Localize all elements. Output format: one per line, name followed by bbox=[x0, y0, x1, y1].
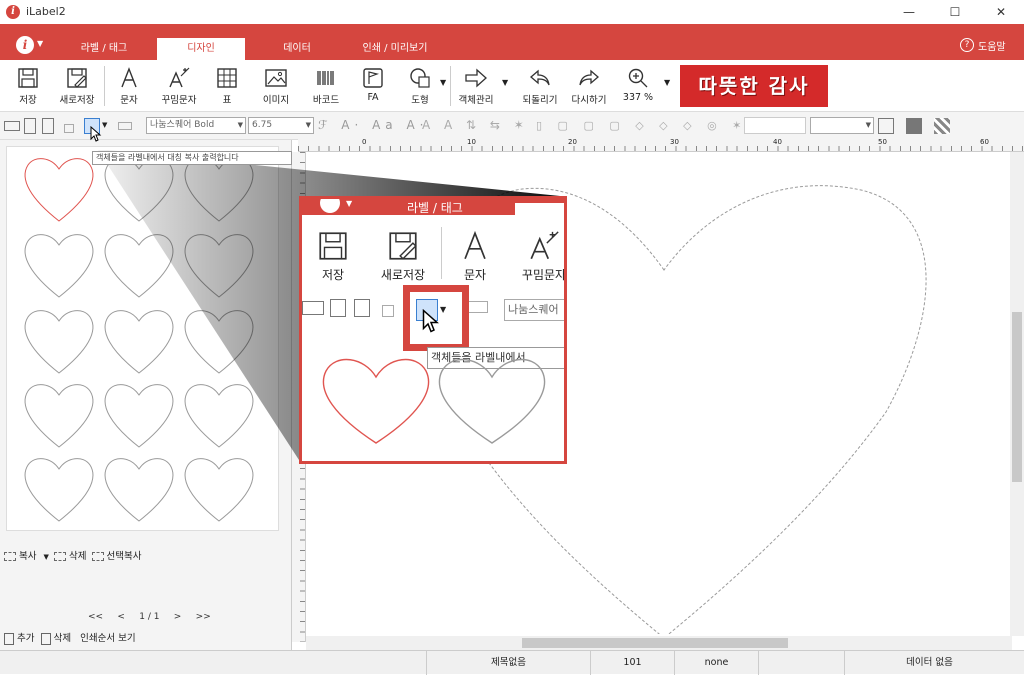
status-mode: none bbox=[674, 651, 758, 675]
status-data: 데이터 없음 bbox=[844, 651, 1014, 675]
save-as-icon bbox=[389, 232, 417, 260]
zoom-font-select: 나눔스퀘어 bbox=[504, 299, 564, 321]
zoom-heart-thumbnails bbox=[322, 358, 546, 444]
lock-icon bbox=[382, 305, 394, 317]
toolbar-divider bbox=[441, 227, 442, 279]
save-icon bbox=[319, 232, 347, 260]
zoom-ribbon-tabs: ▼ 라벨 / 태그 bbox=[302, 199, 564, 215]
status-title: 제목없음 bbox=[426, 651, 590, 675]
zoom-text-button: 문자 bbox=[454, 229, 496, 283]
label-size-icon bbox=[302, 301, 324, 315]
zoom-save-as-button: 새로저장 bbox=[372, 229, 434, 283]
clipboard-icon bbox=[354, 299, 370, 317]
status-empty bbox=[758, 651, 844, 675]
zoom-tab-label-tag: 라벨 / 태그 bbox=[407, 201, 463, 215]
status-count: 101 bbox=[590, 651, 674, 675]
magic-text-icon bbox=[530, 231, 559, 260]
zoom-callout: ▼ 라벨 / 태그 저장 새로저장 문자 꾸밈문자 ▼ 나눔스퀘어 객체들을 라… bbox=[299, 196, 567, 464]
chevron-down-icon: ▼ bbox=[346, 199, 353, 208]
text-icon bbox=[464, 230, 486, 260]
copy-page-icon bbox=[330, 299, 346, 317]
status-bar: 제목없음 101 none 데이터 없음 bbox=[0, 650, 1024, 675]
zoom-save-button: 저장 bbox=[312, 229, 354, 283]
mirror-copy-tooltip: 객체들을 라벨내에서 대칭 복사 출력합니다 bbox=[92, 151, 292, 165]
mouse-cursor-icon bbox=[90, 125, 102, 142]
zoom-app-logo-icon bbox=[320, 199, 340, 213]
mouse-cursor-icon bbox=[422, 308, 440, 333]
zoom-tab-design bbox=[515, 203, 564, 215]
zoom-deco-text-button: 꾸밈문자 bbox=[514, 229, 564, 283]
align-icon bbox=[468, 301, 488, 313]
